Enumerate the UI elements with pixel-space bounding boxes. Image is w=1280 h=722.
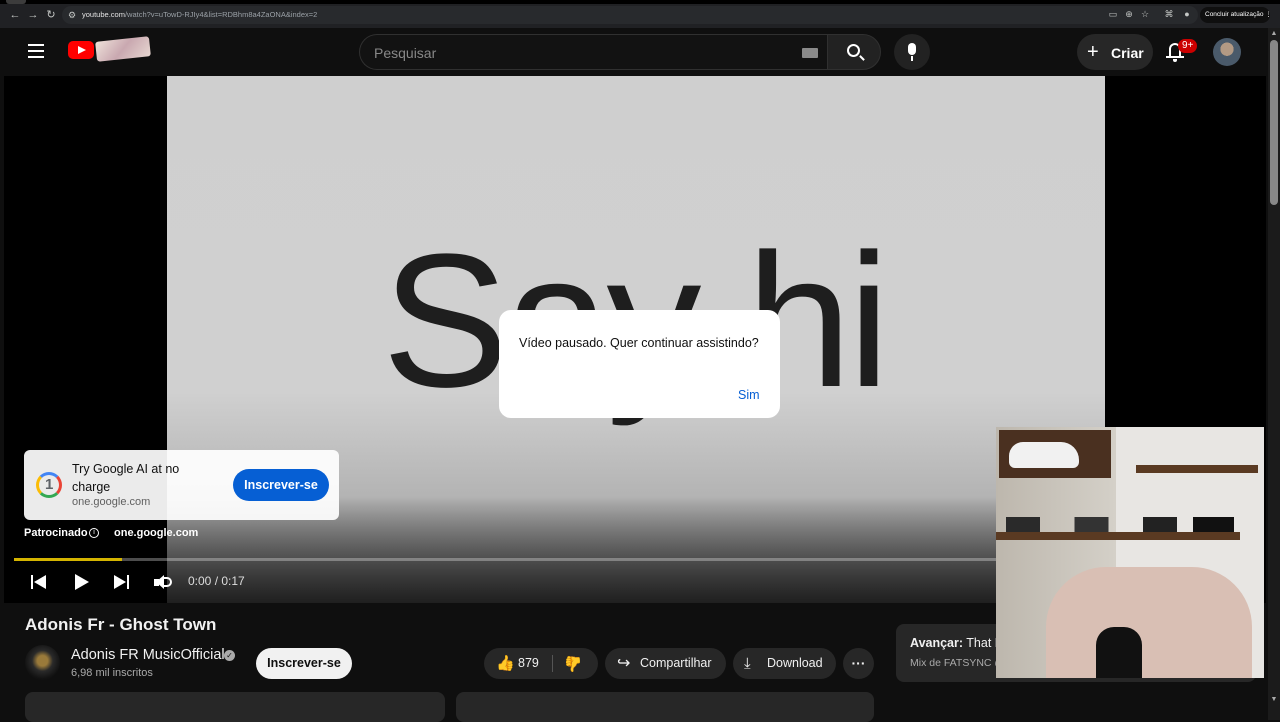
next-icon[interactable] [114,573,130,591]
profile-icon[interactable]: ● [1182,9,1192,19]
dislike-icon[interactable]: 👍 [564,655,583,672]
download-icon: ⤓ [744,655,751,672]
reload-icon[interactable]: ↻ [44,8,58,22]
search-input[interactable]: Pesquisar [359,34,827,70]
cast-icon[interactable]: ▭ [1108,9,1118,19]
notification-badge: 9+ [1178,39,1198,53]
account-avatar[interactable] [1213,38,1241,66]
like-dislike-group: 👍 879 👍 [484,648,598,679]
update-button[interactable]: Concluir atualização ⋮ [1200,7,1272,23]
url-path: /watch?v=uTowD-RJIy4&list=RDBhm8a4ZaONA&… [124,10,318,19]
more-actions-button[interactable]: ··· [843,648,874,679]
webcam-overlay [996,427,1264,678]
url-host: youtube.com [82,10,125,19]
zoom-icon[interactable]: ⊕ [1124,9,1134,19]
sponsored-label: Patrocinado [24,527,88,539]
like-icon[interactable]: 👍 [496,656,515,671]
address-bar[interactable]: ⚙ youtube.com/watch?v=uTowD-RJIy4&list=R… [62,6,1198,24]
youtube-play-logo-icon [68,41,94,59]
tab-strip [0,0,1280,4]
plus-icon: + [1087,41,1099,63]
share-icon: ↪ [617,655,631,672]
progress-bar[interactable] [14,558,999,561]
download-label: Download [767,656,823,670]
ad-url-link[interactable]: one.google.com [114,527,198,539]
site-info-icon[interactable]: ⚙ [68,9,80,21]
ad-overlay-card[interactable]: 1 Try Google AI at no charge one.google.… [24,450,339,520]
continue-button[interactable]: Sim [738,388,760,402]
google-one-logo-icon: 1 [36,472,62,498]
search-placeholder: Pesquisar [374,45,437,61]
share-button[interactable]: ↪ Compartilhar [605,648,726,679]
back-icon[interactable]: ← [8,8,22,22]
video-title: Adonis Fr - Ghost Town [25,615,217,634]
search-icon [847,44,860,57]
scroll-up-icon[interactable]: ▲ [1270,30,1278,38]
logo-doodle [95,36,151,62]
description-box[interactable] [25,692,445,722]
update-button-label: Concluir atualização [1205,11,1264,18]
comments-strip[interactable] [456,692,874,722]
share-label: Compartilhar [640,656,712,670]
url-text: youtube.com/watch?v=uTowD-RJIy4&list=RDB… [82,9,317,21]
youtube-logo[interactable] [68,36,154,63]
paused-dialog: Vídeo pausado. Quer continuar assistindo… [499,310,780,418]
bookmark-star-icon[interactable]: ☆ [1140,9,1150,19]
youtube-header: Pesquisar + Criar 9+ [4,28,1266,76]
subscriber-count: 6,98 mil inscritos [71,667,153,679]
ad-title[interactable]: Try Google AI at no charge [72,460,202,496]
scroll-down-icon[interactable]: ▼ [1270,696,1278,704]
progress-buffered [14,558,123,561]
search-button[interactable] [827,34,881,70]
voice-search-button[interactable] [894,34,930,70]
verified-icon: ✓ [224,650,235,661]
subscribe-button[interactable]: Inscrever-se [256,648,352,679]
keyboard-icon[interactable] [802,48,818,58]
browser-tab[interactable] [6,0,26,4]
time-display: 0:00 / 0:17 [188,574,245,588]
scrollbar-thumb[interactable] [1270,40,1278,205]
previous-icon[interactable] [31,573,47,591]
microphone-icon [908,43,916,55]
up-next-subtitle: Mix de FATSYNC @ [910,657,1006,669]
channel-name[interactable]: Adonis FR MusicOfficial [71,647,225,663]
download-button[interactable]: ⤓ Download [733,648,836,679]
info-icon[interactable]: i [89,528,99,538]
ad-subscribe-button[interactable]: Inscrever-se [233,469,329,501]
browser-chrome: ← → ↻ ⚙ youtube.com/watch?v=uTowD-RJIy4&… [0,0,1280,28]
like-count[interactable]: 879 [518,648,539,679]
volume-icon[interactable] [154,573,172,591]
forward-icon[interactable]: → [26,8,40,22]
extensions-icon[interactable]: ⌘ [1164,9,1174,19]
menu-icon[interactable] [28,44,44,58]
ad-domain: one.google.com [72,496,151,508]
up-next-label: Avançar: [910,636,964,650]
up-next-title-line: Avançar: That B [910,636,1003,650]
play-icon[interactable] [74,573,90,591]
create-button[interactable]: + Criar [1077,34,1153,70]
dialog-message: Vídeo pausado. Quer continuar assistindo… [519,336,759,350]
create-label: Criar [1111,45,1144,61]
channel-avatar[interactable] [25,645,60,680]
